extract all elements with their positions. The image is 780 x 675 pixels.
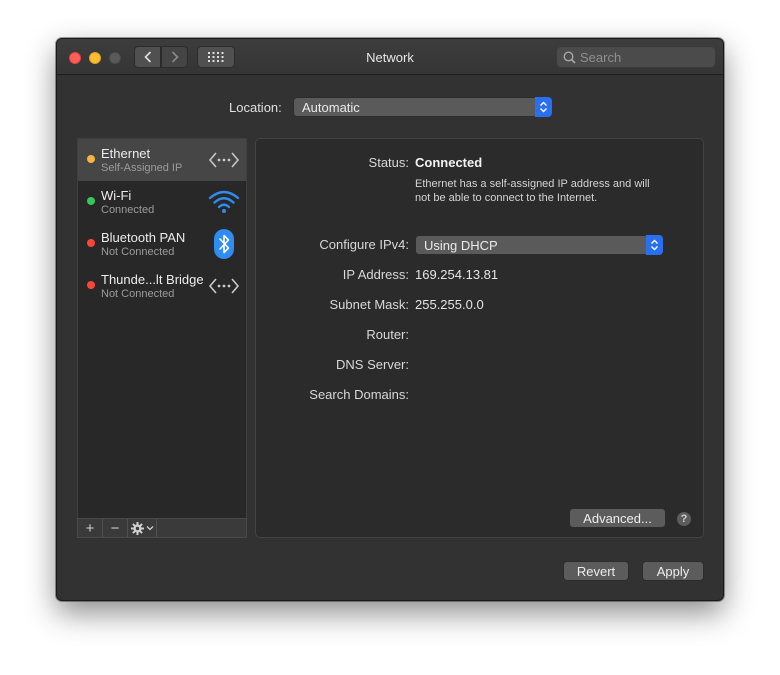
remove-service-button[interactable]: − [103,519,128,537]
service-item-thunderbolt-bridge[interactable]: Thunde...lt Bridge Not Connected [78,265,246,307]
service-name: Thunde...lt Bridge [101,272,204,287]
service-status: Connected [101,204,155,216]
popup-stepper-icon [646,235,663,255]
service-status: Not Connected [101,288,175,300]
chevron-down-icon [146,526,153,531]
status-value: Connected [415,155,483,170]
ethernet-arrows-icon [208,152,240,168]
dns-server-label: DNS Server: [336,357,409,372]
router-label: Router: [366,327,409,342]
bluetooth-icon [214,229,234,259]
configure-ipv4-popup[interactable]: Using DHCP [415,235,663,255]
search-input[interactable] [580,49,700,65]
status-dot [87,197,95,205]
search-icon [563,50,576,64]
service-name: Bluetooth PAN [101,230,186,245]
location-label: Location: [229,100,282,115]
popup-stepper-icon [535,97,552,117]
search-domains-label: Search Domains: [309,387,409,402]
configure-ipv4-label: Configure IPv4: [319,237,409,252]
location-popup[interactable]: Automatic [293,97,552,117]
network-preferences-window: Network Location: Automatic Ethernet Sel… [56,38,724,601]
search-field[interactable] [556,46,716,68]
advanced-button[interactable]: Advanced... [569,508,666,528]
status-dot [87,281,95,289]
action-menu-button[interactable] [128,519,157,537]
service-name: Ethernet [101,146,151,161]
configure-ipv4-value: Using DHCP [424,237,498,253]
ip-address-label: IP Address: [342,267,409,282]
add-service-button[interactable]: + [78,519,103,537]
gear-icon [130,521,144,535]
service-item-bluetooth-pan[interactable]: Bluetooth PAN Not Connected [78,223,246,265]
apply-button[interactable]: Apply [642,561,704,581]
service-list: Ethernet Self-Assigned IP Wi-Fi Connecte… [77,138,247,538]
service-item-ethernet[interactable]: Ethernet Self-Assigned IP [78,139,246,181]
status-label: Status: [368,155,409,170]
status-dot [87,239,95,247]
ethernet-arrows-icon [208,278,240,294]
service-item-wifi[interactable]: Wi-Fi Connected [78,181,246,223]
status-dot [87,155,95,163]
wifi-icon [208,190,240,213]
ip-address-value: 169.254.13.81 [415,267,499,282]
revert-button[interactable]: Revert [563,561,629,581]
help-button[interactable]: ? [676,511,692,527]
subnet-mask-value: 255.255.0.0 [415,297,484,312]
service-status: Self-Assigned IP [101,162,183,174]
service-status: Not Connected [101,246,175,258]
service-detail-panel: Status: Connected Ethernet has a self-as… [255,138,704,538]
status-description: Ethernet has a self-assigned IP address … [415,178,650,204]
service-name: Wi-Fi [101,188,132,203]
title-bar: Network [57,39,723,75]
subnet-mask-label: Subnet Mask: [329,297,410,312]
service-list-toolbar: + − [77,518,247,538]
location-value: Automatic [302,99,360,115]
